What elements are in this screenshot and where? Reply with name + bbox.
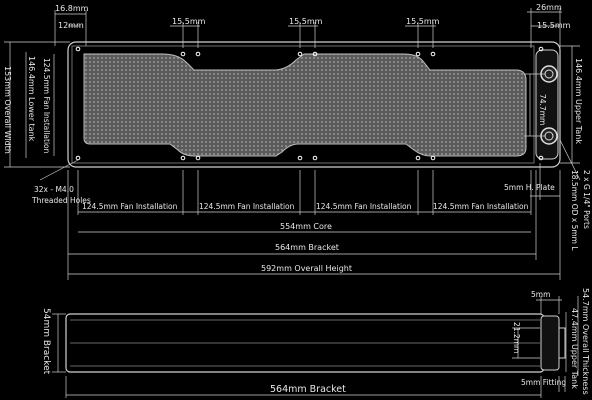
dim-fan-4: 124.5mm Fan Installation xyxy=(433,202,529,211)
dim-port-spacing: 74.7mm xyxy=(538,94,547,125)
top-view: 16.8mm 12mm 15.5mm 15.5mm 15.5mm 26mm 15… xyxy=(3,3,591,280)
dim-side-564: 564mm Bracket xyxy=(270,384,346,395)
dim-end-hole-spacing: 15.5mm xyxy=(537,21,571,30)
dim-end-offset: 26mm xyxy=(536,3,562,12)
dim-hole-spacing-1: 15.5mm xyxy=(172,17,206,26)
mount-hole xyxy=(75,46,81,52)
dim-first-hole: 12mm xyxy=(58,21,84,30)
dim-port-thread: 2 x G 1/4" Ports xyxy=(582,170,591,229)
dim-side-21mm: 21.2mm xyxy=(512,322,521,353)
side-view: 54mm Bracket 5mm 21.2mm 54.7mm Overall T… xyxy=(41,288,590,398)
dim-tube: 18.5mm OD x 5mm L xyxy=(570,170,579,251)
mount-hole xyxy=(180,155,186,161)
mount-hole xyxy=(297,51,303,57)
mount-hole xyxy=(75,155,81,161)
mount-hole xyxy=(430,51,436,57)
core-mesh xyxy=(83,53,527,157)
side-fitting xyxy=(558,327,566,359)
dim-fan-install-left: 124.5mm Fan Installation xyxy=(42,58,51,154)
side-end-tank xyxy=(540,315,560,371)
radiator-technical-drawing: 16.8mm 12mm 15.5mm 15.5mm 15.5mm 26mm 15… xyxy=(3,3,591,398)
threaded-holes-line-1: 32x - M4.0 xyxy=(34,185,74,194)
dim-hole-spacing-3: 15.5mm xyxy=(406,17,440,26)
mount-hole xyxy=(297,155,303,161)
dim-core: 554mm Core xyxy=(280,222,332,231)
mount-hole xyxy=(415,155,421,161)
dim-fan-3: 124.5mm Fan Installation xyxy=(316,202,412,211)
mount-hole xyxy=(195,51,201,57)
dim-upper-tank-side: 47.4mm Upper Tank xyxy=(570,308,579,389)
left-dimension-lines xyxy=(4,41,79,181)
dim-side-bracket: 54mm Bracket xyxy=(41,308,51,375)
dim-overall-thickness: 54.7mm Overall Thickness xyxy=(581,288,590,395)
dim-side-5mm: 5mm xyxy=(531,290,550,299)
dim-bracket-offset: 16.8mm xyxy=(55,4,89,13)
mount-hole xyxy=(430,155,436,161)
dim-plate: 5mm H. Plate xyxy=(504,183,555,192)
dim-overall-width: 153mm Overall Width xyxy=(3,66,12,154)
mount-hole xyxy=(415,51,421,57)
dim-fan-2: 124.5mm Fan Installation xyxy=(199,202,295,211)
dim-bracket: 564mm Bracket xyxy=(275,243,339,252)
mount-hole xyxy=(195,155,201,161)
dim-fan-1: 124.5mm Fan Installation xyxy=(82,202,178,211)
dim-hole-spacing-2: 15.5mm xyxy=(289,17,323,26)
dim-overall-height: 592mm Overall Height xyxy=(261,264,352,273)
dim-upper-tank: 146.4mm Upper Tank xyxy=(574,58,583,144)
side-dimension-lines xyxy=(52,296,579,398)
mount-hole xyxy=(312,155,318,161)
dim-lower-tank: 146.4mm Lower tank xyxy=(27,56,36,142)
mount-hole xyxy=(180,51,186,57)
dim-fitting: 5mm Fitting xyxy=(521,378,566,387)
